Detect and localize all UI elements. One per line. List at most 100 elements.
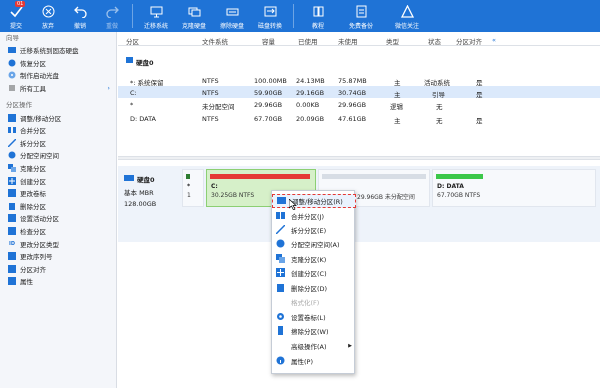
cell-filesystem: NTFS	[202, 115, 219, 123]
id-icon: ID	[8, 240, 15, 247]
menu-item-split[interactable]: 拆分分区(E)	[272, 223, 356, 237]
sidebar-item-split[interactable]: 拆分分区	[0, 137, 116, 150]
table-row[interactable]: D: DATA NTFS 67.70GB 20.09GB 47.61GB 主 无…	[118, 112, 600, 125]
menu-item-label: 格式化(F)	[291, 298, 320, 307]
label-icon	[8, 189, 16, 198]
cell-filesystem: NTFS	[202, 89, 219, 97]
sidebar-item-clone-partition[interactable]: 克隆分区	[0, 162, 116, 175]
undo-button[interactable]: 撤销	[64, 0, 96, 32]
table-row[interactable]: C: NTFS 59.90GB 29.16GB 30.74GB 主 引导 是	[118, 86, 600, 99]
col-align[interactable]: 分区对齐	[456, 36, 482, 46]
sidebar-item-allocate-space[interactable]: 分配空闲空间	[0, 149, 116, 162]
menu-item-delete-partition[interactable]: 删除分区(D)	[272, 281, 356, 295]
sidebar-item-all-tools[interactable]: 所有工具 ›	[0, 82, 116, 95]
undo-icon	[73, 4, 87, 18]
serial-icon	[8, 252, 16, 261]
table-row[interactable]: *: 系统保留 NTFS 100.00MB 24.13MB 75.87MB 主 …	[118, 74, 600, 87]
partition-info: 67.70GB NTFS	[437, 192, 481, 199]
menu-item-allocate-space[interactable]: 分配空闲空间(A)	[272, 237, 356, 251]
sidebar-item-migrate-ssd[interactable]: 迁移系统到固态硬盘	[0, 44, 116, 57]
cell-partition: C:	[130, 89, 137, 97]
menu-item-merge[interactable]: 合并分区(J)	[272, 209, 356, 223]
sidebar-item-label: 检查分区	[20, 228, 46, 237]
sidebar-item-check-partition[interactable]: 检查分区	[0, 225, 116, 238]
sidebar-item-merge[interactable]: 合并分区	[0, 124, 116, 137]
col-status[interactable]: 状态	[428, 36, 441, 46]
col-used[interactable]: 已使用	[298, 36, 318, 46]
splitter[interactable]	[118, 156, 600, 160]
wipe-disk-button[interactable]: 擦除硬盘	[213, 0, 251, 32]
menu-item-wipe-partition[interactable]: 擦除分区(W)	[272, 324, 356, 338]
col-partition[interactable]: 分区	[126, 36, 139, 46]
delete-icon	[8, 202, 16, 210]
free-backup-button[interactable]: 免费备份	[338, 0, 384, 32]
cell-type: 逻辑	[390, 103, 403, 111]
sidebar-item-change-serial[interactable]: 更改序列号	[0, 250, 116, 263]
sidebar-item-set-active[interactable]: 设置活动分区	[0, 212, 116, 225]
wechat-follow-button[interactable]: 微信关注	[384, 0, 430, 32]
redo-button[interactable]: 重做	[96, 0, 128, 32]
disk-type: 基本 MBR	[124, 189, 154, 197]
sidebar-item-create-partition[interactable]: 创建分区	[0, 174, 116, 187]
sidebar-item-recover-partition[interactable]: 恢复分区	[0, 57, 116, 70]
col-type[interactable]: 类型	[386, 36, 399, 46]
disk-convert-label: 磁盘转换	[257, 23, 282, 30]
disk-convert-button[interactable]: 磁盘转换	[251, 0, 289, 32]
sidebar-item-label: 删除分区	[20, 202, 46, 211]
menu-item-label: 分配空闲空间(A)	[291, 240, 340, 249]
table-row[interactable]: * 未分配空间 29.96GB 0.00KB 29.96GB 逻辑 无	[118, 98, 600, 111]
partition-name: C:	[211, 183, 218, 190]
sidebar-item-label: 所有工具	[20, 85, 46, 94]
free-backup-label: 免费备份	[348, 23, 373, 30]
backup-icon	[354, 4, 368, 18]
sidebar-item-resize-move[interactable]: 调整/移动分区	[0, 111, 116, 124]
sidebar-item-align[interactable]: 分区对齐	[0, 263, 116, 276]
align-icon	[8, 264, 16, 273]
menu-item-label: 合并分区(J)	[291, 212, 324, 221]
commit-label: 提交	[9, 23, 22, 30]
sidebar-item-label: 制作启动光盘	[20, 72, 59, 81]
sidebar-item-properties[interactable]: 属性	[0, 275, 116, 288]
col-filesystem[interactable]: 文件系统	[202, 36, 228, 46]
active-icon	[8, 214, 16, 223]
disk-icon	[124, 174, 134, 184]
migrate-os-button[interactable]: 迁移系统	[137, 0, 175, 32]
menu-item-clone-partition[interactable]: 克隆分区(K)	[272, 252, 356, 266]
partition-name: D: DATA	[437, 183, 464, 190]
col-capacity[interactable]: 容量	[262, 36, 275, 46]
chevron-right-icon: ›	[107, 84, 110, 93]
usage-bar	[322, 174, 426, 179]
clone-disk-button[interactable]: 克隆硬盘	[175, 0, 213, 32]
menu-item-format[interactable]: 格式化(F)	[272, 295, 356, 309]
collapse-icon[interactable]: «	[492, 36, 496, 44]
menu-item-label: 擦除分区(W)	[291, 327, 329, 336]
cell-unused: 47.61GB	[338, 115, 367, 123]
main-panel: 分区 文件系统 容量 已使用 未使用 类型 状态 分区对齐 « 硬盘0 *: 系…	[118, 32, 600, 388]
col-unused[interactable]: 未使用	[338, 36, 358, 46]
discard-button[interactable]: 放弃	[32, 0, 64, 32]
menu-item-set-label[interactable]: 设置卷标(L)	[272, 310, 356, 324]
sidebar-item-make-boot-disk[interactable]: 制作启动光盘	[0, 69, 116, 82]
submenu-arrow-icon: ▶	[348, 342, 352, 349]
migrate-os-label: 迁移系统	[143, 23, 168, 30]
partition-block-d[interactable]: D: DATA 67.70GB NTFS	[432, 169, 596, 207]
menu-item-properties[interactable]: 属性(P)	[272, 354, 356, 368]
wipe-disk-icon	[225, 4, 239, 18]
partition-block-reserved[interactable]: * 1	[182, 169, 204, 207]
disk-summary[interactable]: 硬盘0 基本 MBR 128.00GB	[124, 174, 156, 208]
menu-item-resize-move[interactable]: 调整/移动分区(R)	[272, 194, 356, 208]
tutorial-button[interactable]: 教程	[298, 0, 338, 32]
disk-row[interactable]: 硬盘0	[118, 54, 600, 67]
gear-icon	[276, 312, 285, 321]
menu-item-create-partition[interactable]: 创建分区(C)	[272, 266, 356, 280]
sidebar-item-change-type[interactable]: ID 更改分区类型	[0, 237, 116, 250]
sidebar-item-delete-partition[interactable]: 删除分区	[0, 200, 116, 213]
menu-item-label: 调整/移动分区(R)	[292, 197, 343, 206]
sidebar-item-label: 分配空闲空间	[20, 152, 59, 161]
create-icon	[8, 176, 16, 185]
commit-button[interactable]: 01 提交	[0, 0, 32, 32]
partition-info: 29.96GB 未分配空间	[357, 194, 415, 201]
cell-used: 0.00KB	[296, 101, 320, 109]
sidebar-item-change-label[interactable]: 更改卷标	[0, 187, 116, 200]
menu-item-advanced[interactable]: 高级操作(A) ▶	[272, 339, 356, 353]
